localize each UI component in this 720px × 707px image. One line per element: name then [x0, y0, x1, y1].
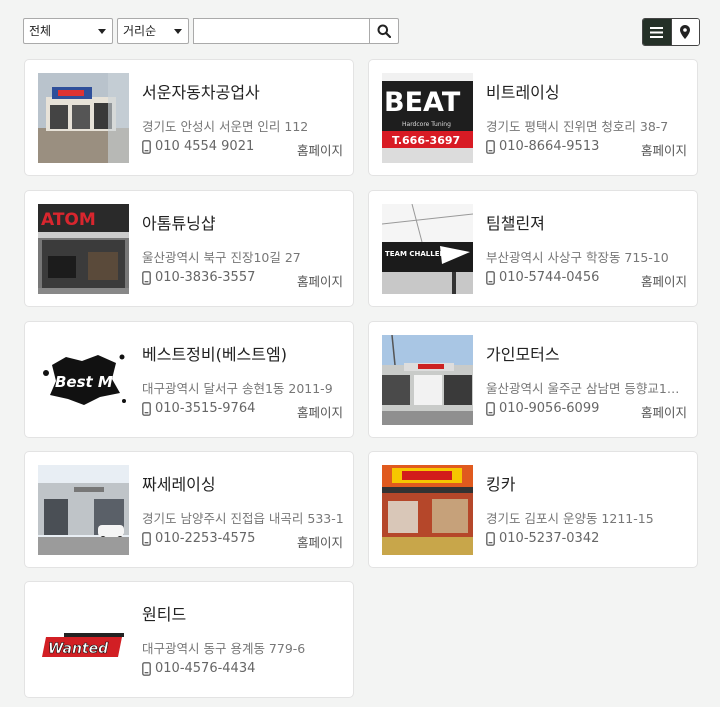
shop-address: 부산광역시 사상구 학장동 715-10: [486, 250, 669, 265]
shop-name[interactable]: 짜세레이싱: [142, 471, 216, 495]
list-icon: [650, 26, 664, 38]
shop-name[interactable]: 가인모터스: [486, 341, 560, 365]
shop-phone[interactable]: 010-4576-4434: [142, 661, 255, 676]
shop-phone-number: 010-2253-4575: [155, 531, 256, 546]
shop-phone-number: 010 4554 9021: [155, 139, 255, 154]
shop-phone-number: 010-3515-9764: [155, 401, 256, 416]
homepage-link[interactable]: 홈페이지: [297, 140, 343, 159]
view-toggle: [642, 18, 700, 46]
filter-toolbar: 전체 거리순: [23, 18, 700, 46]
shop-card[interactable]: TEAM CHALLENGER 팀챌린져 부산광역시 사상구 학장동 715-1…: [368, 190, 698, 307]
phone-icon: [142, 531, 151, 546]
shop-name[interactable]: 팀챌린져: [486, 210, 545, 234]
shop-thumbnail: [38, 465, 129, 555]
shop-card[interactable]: ATOM 아톰튜닝샵 울산광역시 북구 진장10길 27 010-3836-35…: [24, 190, 354, 307]
shop-card[interactable]: 킹카 경기도 김포시 운양동 1211-15 010-5237-0342: [368, 451, 698, 568]
search-input[interactable]: [193, 18, 369, 44]
phone-icon: [486, 531, 495, 546]
map-view-button[interactable]: [670, 19, 699, 45]
shop-thumbnail: Wanted: [38, 595, 129, 685]
shop-thumbnail: BEAT Hardcore Tuning T.666-3697: [382, 73, 473, 163]
phone-icon: [142, 661, 151, 676]
shop-phone-number: 010-4576-4434: [155, 661, 256, 676]
phone-icon: [142, 401, 151, 416]
shop-name[interactable]: 비트레이싱: [486, 79, 560, 103]
phone-icon: [486, 401, 495, 416]
shop-phone[interactable]: 010-3836-3557: [142, 270, 255, 285]
shop-phone-number: 010-5744-0456: [499, 270, 600, 285]
shop-phone[interactable]: 010-3515-9764: [142, 401, 255, 416]
shop-thumbnail: TEAM CHALLENGER: [382, 204, 473, 294]
shop-thumbnail: [382, 465, 473, 555]
homepage-link[interactable]: 홈페이지: [297, 532, 343, 551]
homepage-link[interactable]: 홈페이지: [641, 402, 687, 421]
homepage-link[interactable]: 홈페이지: [641, 140, 687, 159]
thumb-logo-text: Wanted: [48, 641, 109, 657]
sort-select-value: 거리순: [123, 24, 157, 38]
shop-card[interactable]: 서운자동차공업사 경기도 안성시 서운면 인리 112 010 4554 902…: [24, 59, 354, 176]
shop-thumbnail: [38, 73, 129, 163]
shop-card[interactable]: 가인모터스 울산광역시 울주군 삼남면 등향교1길 5 010-9056-609…: [368, 321, 698, 438]
phone-icon: [486, 270, 495, 285]
homepage-link[interactable]: 홈페이지: [641, 271, 687, 290]
shop-name[interactable]: 베스트정비(베스트엠): [142, 341, 287, 365]
shop-address: 대구광역시 달서구 송현1동 2011-9: [142, 381, 333, 396]
shop-phone-number: 010-9056-6099: [499, 401, 600, 416]
shop-name[interactable]: 서운자동차공업사: [142, 79, 260, 103]
map-marker-icon: [680, 25, 691, 39]
shop-phone-number: 010-8664-9513: [499, 139, 600, 154]
shop-card[interactable]: Best M 베스트정비(베스트엠) 대구광역시 달서구 송현1동 2011-9…: [24, 321, 354, 438]
shop-phone[interactable]: 010-5237-0342: [486, 531, 599, 546]
thumb-phone-text: T.666-3697: [392, 134, 460, 147]
thumb-logo-text: Best M: [55, 373, 113, 391]
region-select-value: 전체: [29, 24, 52, 38]
shop-card[interactable]: BEAT Hardcore Tuning T.666-3697 비트레이싱 경기…: [368, 59, 698, 176]
shop-card[interactable]: Wanted 원티드 대구광역시 동구 용계동 779-6 010-4576-4…: [24, 581, 354, 698]
phone-icon: [486, 139, 495, 154]
chevron-down-icon: [174, 29, 182, 34]
thumb-logo-text: ATOM: [41, 210, 96, 230]
thumb-logo-text: BEAT: [384, 87, 461, 118]
shop-name[interactable]: 원티드: [142, 601, 186, 625]
shop-phone[interactable]: 010-2253-4575: [142, 531, 255, 546]
shop-card[interactable]: 짜세레이싱 경기도 남양주시 진접읍 내곡리 533-1 010-2253-45…: [24, 451, 354, 568]
shop-thumbnail: ATOM: [38, 204, 129, 294]
shop-phone[interactable]: 010 4554 9021: [142, 139, 254, 154]
thumb-sub-text: Hardcore Tuning: [402, 121, 451, 128]
phone-icon: [142, 139, 151, 154]
shop-phone[interactable]: 010-8664-9513: [486, 139, 599, 154]
shop-name[interactable]: 킹카: [486, 471, 515, 495]
shop-address: 경기도 안성시 서운면 인리 112: [142, 119, 309, 134]
search-icon: [377, 24, 391, 38]
shop-thumbnail: [382, 335, 473, 425]
homepage-link[interactable]: 홈페이지: [297, 402, 343, 421]
shop-address: 경기도 김포시 운양동 1211-15: [486, 511, 654, 526]
shop-address: 경기도 남양주시 진접읍 내곡리 533-1: [142, 511, 344, 526]
chevron-down-icon: [98, 29, 106, 34]
homepage-link[interactable]: 홈페이지: [297, 271, 343, 290]
shop-phone[interactable]: 010-9056-6099: [486, 401, 599, 416]
sort-select[interactable]: 거리순: [117, 18, 189, 44]
shop-address: 울산광역시 북구 진장10길 27: [142, 250, 301, 265]
search-button[interactable]: [369, 18, 399, 44]
shop-phone-number: 010-5237-0342: [499, 531, 600, 546]
shop-address: 대구광역시 동구 용계동 779-6: [142, 641, 306, 656]
shop-phone-number: 010-3836-3557: [155, 270, 256, 285]
shop-address: 경기도 평택시 진위면 청호리 38-7: [486, 119, 669, 134]
shop-name[interactable]: 아톰튜닝샵: [142, 210, 216, 234]
phone-icon: [142, 270, 151, 285]
list-view-button[interactable]: [643, 19, 671, 45]
region-select[interactable]: 전체: [23, 18, 113, 44]
shop-thumbnail: Best M: [38, 335, 129, 425]
shop-address: 울산광역시 울주군 삼남면 등향교1길 5: [486, 381, 690, 396]
shop-phone[interactable]: 010-5744-0456: [486, 270, 599, 285]
